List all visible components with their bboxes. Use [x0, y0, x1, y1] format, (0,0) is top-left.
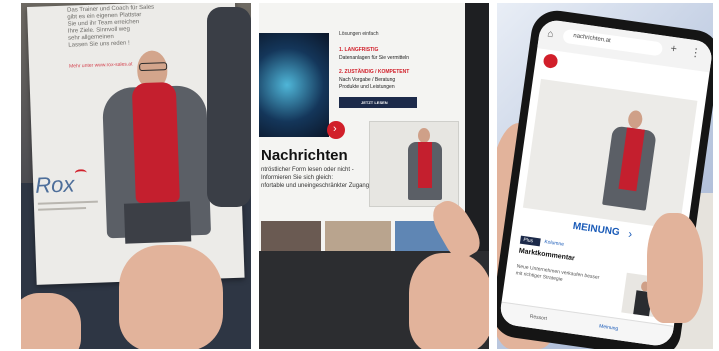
browser-bar: ⌂ nachrichten.at + ⋮: [537, 18, 713, 73]
site-logo-icon[interactable]: [542, 53, 559, 69]
laptop-screen: Lösungen einfach 1. LANGFRISTIG Datenanl…: [259, 3, 465, 283]
phone-ad-head: [627, 109, 644, 130]
right-hand: [119, 245, 223, 349]
hero-image: [259, 33, 329, 137]
thumb-1[interactable]: [261, 221, 321, 255]
step2-label: 2. ZUSTÄNDIG / KOMPETENT: [339, 69, 410, 75]
magazine-intro-line: Ihre Ziele. Sinnvoll weg: [67, 26, 130, 35]
magazine-intro-line: Lassen Sie uns reden !: [68, 40, 130, 49]
portrait-trousers: [123, 201, 192, 244]
top-text: Lösungen einfach: [339, 31, 379, 37]
magazine-red-link: Mehr unter www.rox-sales.at: [68, 61, 133, 70]
step1-label: 1. LANGFRISTIG: [339, 47, 379, 53]
article-title[interactable]: Marktkommentar: [518, 248, 575, 263]
cta-button[interactable]: JETZT LESEN: [339, 97, 417, 108]
url-field[interactable]: nachrichten.at: [562, 28, 664, 57]
typing-hand: [409, 253, 489, 349]
headline: Nachrichten: [261, 147, 348, 164]
menu-icon[interactable]: ⋮: [689, 45, 702, 59]
ad-person-hoodie: [418, 142, 432, 188]
nav-ressort[interactable]: Ressort: [529, 314, 547, 322]
thumb-2[interactable]: [325, 221, 391, 255]
sleeve: [207, 7, 251, 207]
cta-label: JETZT LESEN: [361, 100, 388, 105]
thumb-finger: [647, 213, 703, 323]
logo-swoosh-icon: [74, 169, 87, 178]
url-text: nachrichten.at: [572, 33, 612, 45]
nav-meinung[interactable]: Meinung: [599, 323, 619, 332]
ad-person-head: [418, 128, 430, 143]
article-tag: Kolumne: [543, 239, 565, 248]
plus-badge-label: Plus: [522, 237, 534, 245]
step1-text: Datenanlagen für Sie vermitteln: [339, 55, 410, 61]
nav-arrow-button[interactable]: ›: [327, 121, 345, 139]
step2-text: Nach Vorgabe / Beratung: [339, 77, 396, 83]
body-line: Informieren Sie sich gleich:: [261, 175, 334, 181]
body-line: nfortable und uneingeschränkter Zugang.: [261, 183, 371, 189]
phone-photo: ⌂ nachrichten.at + ⋮ MEINUNG › Plus Kolu…: [497, 3, 713, 349]
ad-panel: [522, 78, 698, 230]
chevron-right-icon: ›: [627, 226, 634, 242]
magazine-text-line: [38, 207, 87, 211]
plus-icon[interactable]: +: [670, 43, 678, 56]
home-icon[interactable]: ⌂: [547, 28, 555, 40]
plus-badge: Plus: [519, 235, 541, 247]
body-line: ntröstlicher Form lesen oder nicht -: [261, 167, 354, 173]
magazine-photo: Das Trainer und Coach für Sales gibt es …: [21, 3, 251, 349]
portrait-red-hoodie: [131, 81, 180, 204]
section-title[interactable]: MEINUNG: [572, 221, 620, 238]
portrait-glasses: [139, 62, 168, 72]
laptop-photo: Lösungen einfach 1. LANGFRISTIG Datenanl…: [259, 3, 489, 349]
magazine-text-line: [37, 200, 98, 205]
chevron-right-icon: ›: [333, 123, 337, 135]
step2-sub: Produkte und Leistungen: [339, 84, 395, 90]
ad-portrait: [369, 121, 459, 207]
magazine-logo: Rox: [34, 171, 75, 198]
